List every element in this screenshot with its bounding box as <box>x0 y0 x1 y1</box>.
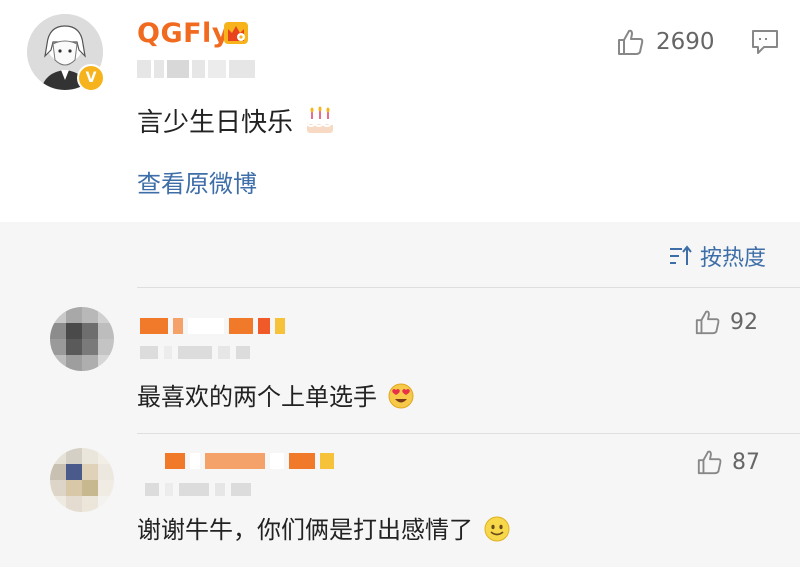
comment-text-content: 谢谢牛牛，你们俩是打出感情了 <box>137 516 473 544</box>
thumbs-up-icon <box>618 29 644 55</box>
thumbs-up-icon <box>697 450 722 475</box>
comment-like-button[interactable]: 92 <box>694 308 758 336</box>
heart-eyes-emoji <box>388 383 414 409</box>
comment-like-count: 92 <box>730 309 758 335</box>
comment-like-count: 87 <box>732 449 760 475</box>
comment-meta-obscured <box>145 483 251 496</box>
comment-like-button[interactable]: 87 <box>696 448 760 476</box>
comment-text-content: 最喜欢的两个上单选手 <box>137 383 377 411</box>
post-timestamp-obscured <box>137 60 255 78</box>
comment-avatar[interactable] <box>50 448 114 512</box>
author-avatar[interactable]: V <box>27 14 105 92</box>
comment-divider <box>137 433 800 434</box>
post-like-button[interactable]: 2690 <box>616 26 715 58</box>
post-text-content: 言少生日快乐 <box>137 108 294 138</box>
author-name[interactable]: QGFly <box>137 18 230 49</box>
verified-label: V <box>85 70 97 86</box>
comment-text: 最喜欢的两个上单选手 <box>137 377 415 412</box>
sort-icon <box>670 245 692 265</box>
thumbs-up-icon <box>695 310 720 335</box>
sort-by-hot-button[interactable]: 按热度 <box>668 240 766 272</box>
comment-avatar[interactable] <box>50 307 114 371</box>
crown-icon <box>224 22 248 44</box>
comment-username-obscured <box>140 318 285 334</box>
comment-bubble-icon[interactable] <box>750 28 780 56</box>
sort-label: 按热度 <box>700 246 767 271</box>
comment-text: 谢谢牛牛，你们俩是打出感情了 <box>137 510 511 545</box>
comment-divider <box>137 287 800 288</box>
comment-username-obscured <box>165 453 334 469</box>
original-post: V QGFly 言少生日快乐 查看原微博 2690 <box>0 0 800 222</box>
post-like-count: 2690 <box>656 29 715 55</box>
comment-meta-obscured <box>140 346 250 359</box>
smiley-emoji <box>484 516 510 542</box>
post-text: 言少生日快乐 <box>137 102 336 139</box>
verified-badge: V <box>77 64 105 92</box>
view-original-link[interactable]: 查看原微博 <box>137 164 257 199</box>
birthday-cake-emoji <box>306 106 334 133</box>
